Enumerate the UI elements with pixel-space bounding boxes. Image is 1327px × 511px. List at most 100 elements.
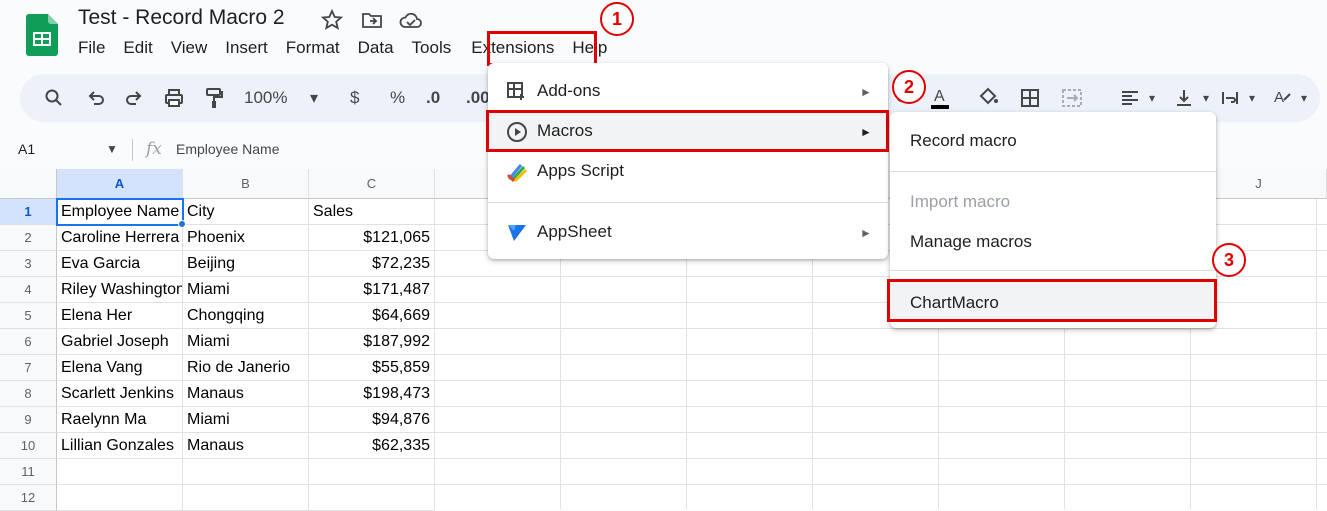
row-header-2[interactable]: 2 <box>0 225 57 251</box>
cell-c3[interactable]: $72,235 <box>309 251 435 277</box>
col-header-c[interactable]: C <box>309 169 435 199</box>
cell-c5[interactable]: $64,669 <box>309 303 435 329</box>
cell-b1[interactable]: City <box>183 199 309 225</box>
fill-color-icon[interactable] <box>976 86 1000 110</box>
cell-a8[interactable]: Scarlett Jenkins <box>57 381 183 407</box>
formula-input[interactable]: Employee Name <box>176 141 280 157</box>
cell-b8[interactable]: Manaus <box>183 381 309 407</box>
cell-a12[interactable] <box>57 485 183 511</box>
cell-b12[interactable] <box>183 485 309 511</box>
decrease-decimal-button[interactable]: .0 <box>426 88 440 108</box>
cell-a6[interactable]: Gabriel Joseph <box>57 329 183 355</box>
fill-handle[interactable] <box>178 220 186 228</box>
col-header-b[interactable]: B <box>183 169 309 199</box>
vertical-align-icon[interactable] <box>1172 86 1196 110</box>
cell-b2[interactable]: Phoenix <box>183 225 309 251</box>
align-left-icon[interactable] <box>1118 86 1142 110</box>
menu-item-apps-script[interactable]: Apps Script <box>537 161 624 181</box>
currency-format-button[interactable]: $ <box>350 88 359 108</box>
menu-tools[interactable]: Tools <box>412 38 452 62</box>
menu-item-appsheet[interactable]: AppSheet <box>537 222 612 242</box>
merge-cells-icon[interactable] <box>1060 86 1084 110</box>
row-header-3[interactable]: 3 <box>0 251 57 277</box>
chevron-down-icon[interactable]: ▼ <box>106 142 118 156</box>
row-header-11[interactable]: 11 <box>0 459 57 485</box>
cell-a5[interactable]: Elena Her <box>57 303 183 329</box>
cell-b10[interactable]: Manaus <box>183 433 309 459</box>
row-header-9[interactable]: 9 <box>0 407 57 433</box>
search-icon[interactable] <box>42 86 66 110</box>
cell-a10[interactable]: Lillian Gonzales <box>57 433 183 459</box>
row-header-1[interactable]: 1 <box>0 199 57 225</box>
cell-c12[interactable] <box>309 485 435 511</box>
cell-b5[interactable]: Chongqing <box>183 303 309 329</box>
menu-item-import-macro[interactable]: Import macro <box>910 192 1010 212</box>
cell-c4[interactable]: $171,487 <box>309 277 435 303</box>
row-header-5[interactable]: 5 <box>0 303 57 329</box>
cell-a4[interactable]: Riley Washington <box>57 277 183 303</box>
undo-icon[interactable] <box>84 86 108 110</box>
submenu-arrow-icon: ► <box>860 85 872 99</box>
cell-a2[interactable]: Caroline Herrera <box>57 225 183 251</box>
menu-view[interactable]: View <box>171 38 208 62</box>
borders-icon[interactable] <box>1018 86 1042 110</box>
cell-c9[interactable]: $94,876 <box>309 407 435 433</box>
row-header-7[interactable]: 7 <box>0 355 57 381</box>
row-header-6[interactable]: 6 <box>0 329 57 355</box>
menu-item-manage-macros[interactable]: Manage macros <box>910 232 1032 252</box>
cell-b9[interactable]: Miami <box>183 407 309 433</box>
chevron-down-icon[interactable]: ▾ <box>1194 86 1218 110</box>
zoom-select[interactable]: 100% <box>244 88 287 108</box>
cell-b11[interactable] <box>183 459 309 485</box>
name-box[interactable]: A1 <box>18 141 35 157</box>
cell-a3[interactable]: Eva Garcia <box>57 251 183 277</box>
cell-c10[interactable]: $62,335 <box>309 433 435 459</box>
cell-b7[interactable]: Rio de Janerio <box>183 355 309 381</box>
menu-insert[interactable]: Insert <box>225 38 268 62</box>
chevron-down-icon[interactable]: ▾ <box>302 86 326 110</box>
cell-b4[interactable]: Miami <box>183 277 309 303</box>
cell-b6[interactable]: Miami <box>183 329 309 355</box>
menu-file[interactable]: File <box>78 38 105 62</box>
percent-format-button[interactable]: % <box>390 88 405 108</box>
cell-c8[interactable]: $198,473 <box>309 381 435 407</box>
text-rotation-icon[interactable]: A <box>1270 86 1294 110</box>
menu-item-addons[interactable]: Add-ons <box>537 81 600 101</box>
menu-format[interactable]: Format <box>286 38 340 62</box>
star-icon[interactable] <box>320 8 344 32</box>
sheets-logo-icon[interactable] <box>26 14 58 56</box>
chevron-down-icon[interactable]: ▾ <box>1292 86 1316 110</box>
apps-script-icon <box>506 161 528 188</box>
text-color-icon[interactable]: A <box>928 86 952 110</box>
menu-edit[interactable]: Edit <box>123 38 152 62</box>
cell-a9[interactable]: Raelynn Ma <box>57 407 183 433</box>
print-icon[interactable] <box>162 86 186 110</box>
chevron-down-icon[interactable]: ▾ <box>1240 86 1264 110</box>
cell-a11[interactable] <box>57 459 183 485</box>
row-header-8[interactable]: 8 <box>0 381 57 407</box>
row-header-10[interactable]: 10 <box>0 433 57 459</box>
menu-data[interactable]: Data <box>358 38 394 62</box>
menu-item-record-macro[interactable]: Record macro <box>910 131 1017 151</box>
cell-c6[interactable]: $187,992 <box>309 329 435 355</box>
cell-a7[interactable]: Elena Vang <box>57 355 183 381</box>
doc-title[interactable]: Test - Record Macro 2 <box>78 6 285 30</box>
cell-c2[interactable]: $121,065 <box>309 225 435 251</box>
text-wrap-icon[interactable] <box>1218 86 1242 110</box>
svg-text:A: A <box>1274 89 1284 106</box>
active-cell-outline <box>56 198 184 226</box>
move-to-folder-icon[interactable] <box>360 8 384 32</box>
cell-c7[interactable]: $55,859 <box>309 355 435 381</box>
select-all-corner[interactable] <box>0 169 57 199</box>
row-header-4[interactable]: 4 <box>0 277 57 303</box>
row-header-12[interactable]: 12 <box>0 485 57 511</box>
cloud-saved-icon[interactable] <box>398 8 422 32</box>
cell-c1[interactable]: Sales <box>309 199 435 225</box>
increase-decimal-button[interactable]: .00 <box>466 88 490 108</box>
cell-c11[interactable] <box>309 459 435 485</box>
cell-b3[interactable]: Beijing <box>183 251 309 277</box>
redo-icon[interactable] <box>122 86 146 110</box>
chevron-down-icon[interactable]: ▾ <box>1140 86 1164 110</box>
col-header-a[interactable]: A <box>57 169 183 199</box>
paint-format-icon[interactable] <box>202 86 226 110</box>
